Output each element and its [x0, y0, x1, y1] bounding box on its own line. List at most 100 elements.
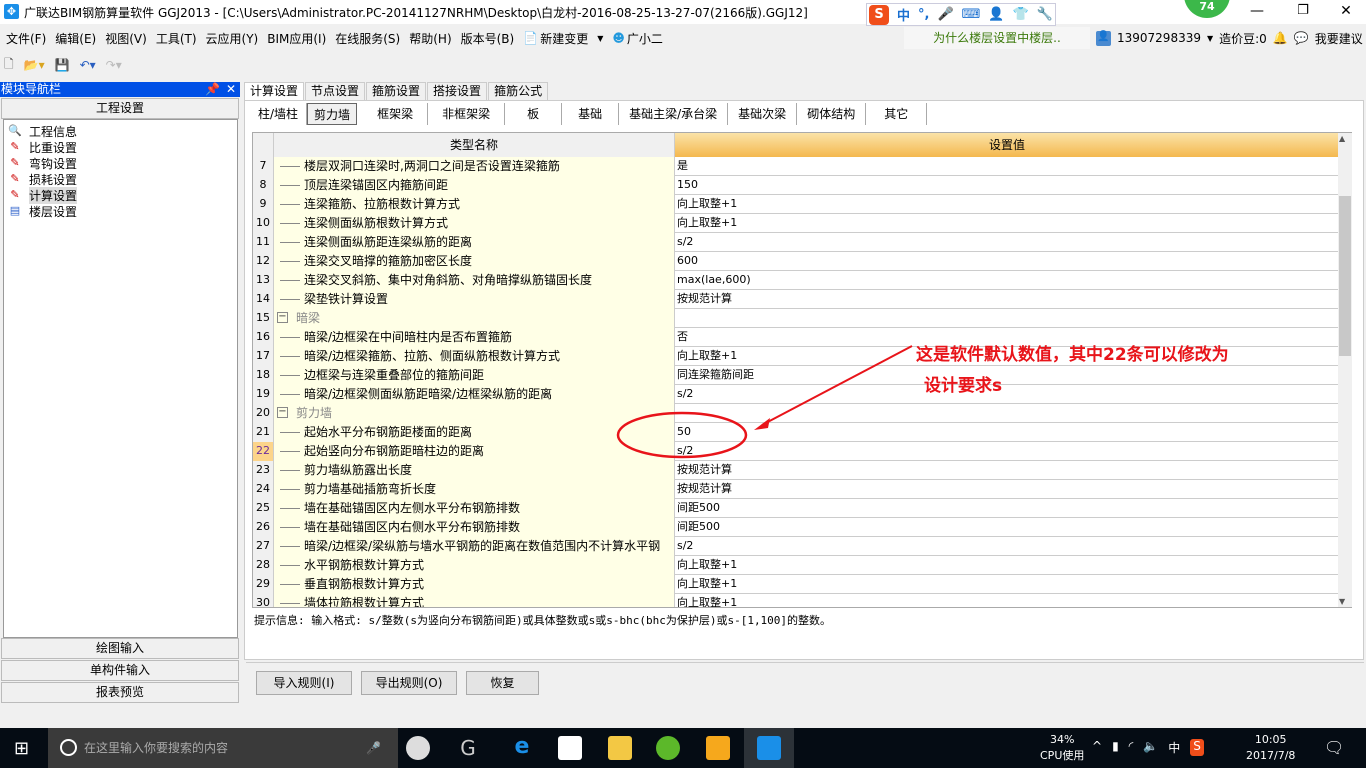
- tab-stirrup-formula[interactable]: 箍筋公式: [488, 82, 549, 100]
- ime-mode[interactable]: 中: [897, 5, 910, 24]
- file-explorer-icon[interactable]: [608, 736, 632, 760]
- nav-report-preview[interactable]: 报表预览: [1, 682, 239, 703]
- row-number[interactable]: 9: [253, 195, 274, 214]
- column-header-name[interactable]: 类型名称: [274, 133, 675, 157]
- scrollbar-thumb[interactable]: [1339, 196, 1351, 356]
- row-number[interactable]: 8: [253, 176, 274, 195]
- row-number[interactable]: 15: [253, 309, 274, 328]
- cpu-usage[interactable]: 34% CPU使用: [1040, 732, 1084, 764]
- subtab-shear-wall[interactable]: 剪力墙: [307, 103, 358, 125]
- setting-value[interactable]: [675, 404, 1339, 423]
- nav-item-loss[interactable]: ✎ 损耗设置: [4, 171, 237, 187]
- windows-start-icon[interactable]: ⊞: [14, 738, 29, 759]
- row-number[interactable]: 11: [253, 233, 274, 252]
- row-number[interactable]: 19: [253, 385, 274, 404]
- section-engineering-settings[interactable]: 工程设置: [1, 98, 239, 119]
- scroll-up-icon[interactable]: ▲: [1339, 134, 1345, 143]
- subtab-non-frame-beam[interactable]: 非框架梁: [428, 103, 506, 125]
- tab-calculation[interactable]: 计算设置: [244, 82, 305, 101]
- setting-value[interactable]: max(lae,600): [675, 271, 1339, 290]
- scroll-down-icon[interactable]: ▼: [1339, 597, 1345, 606]
- table-row[interactable]: 23 剪力墙纵筋露出长度 按规范计算: [253, 461, 1339, 480]
- setting-value[interactable]: 间距500: [675, 499, 1339, 518]
- table-row[interactable]: 8 顶层连梁锚固区内箍筋间距 150: [253, 176, 1339, 195]
- group-row[interactable]: 15− 暗梁: [253, 309, 1339, 328]
- clock[interactable]: 10:05 2017/7/8: [1246, 732, 1295, 764]
- nav-item-project-info[interactable]: 🔍 工程信息: [4, 123, 237, 139]
- setting-value[interactable]: 按规范计算: [675, 290, 1339, 309]
- setting-value[interactable]: 向上取整+1: [675, 556, 1339, 575]
- close-button[interactable]: ✕: [1326, 0, 1366, 24]
- tab-lap[interactable]: 搭接设置: [427, 82, 488, 100]
- setting-value[interactable]: s/2: [675, 442, 1339, 461]
- skin-icon[interactable]: 👕: [1013, 7, 1029, 22]
- row-number[interactable]: 13: [253, 271, 274, 290]
- save-icon[interactable]: 💾: [55, 58, 70, 72]
- subtab-foundation-main-beam[interactable]: 基础主梁/承台梁: [619, 103, 729, 125]
- volume-icon[interactable]: 🔈: [1143, 739, 1158, 756]
- menu-edit[interactable]: 编辑(E): [55, 30, 96, 47]
- table-row[interactable]: 25 墙在基础锚固区内左侧水平分布钢筋排数 间距500: [253, 499, 1339, 518]
- setting-value[interactable]: 600: [675, 252, 1339, 271]
- table-row[interactable]: 28 水平钢筋根数计算方式 向上取整+1: [253, 556, 1339, 575]
- wifi-icon[interactable]: ◜: [1129, 739, 1134, 756]
- tab-stirrup[interactable]: 箍筋设置: [366, 82, 427, 100]
- wrench-icon[interactable]: 🔧: [1037, 7, 1053, 22]
- nav-single-component-input[interactable]: 单构件输入: [1, 660, 239, 681]
- row-number[interactable]: 21: [253, 423, 274, 442]
- table-row[interactable]: 21 起始水平分布钢筋距楼面的距离 50: [253, 423, 1339, 442]
- browser-360-icon[interactable]: [656, 736, 680, 760]
- table-row[interactable]: 30 墙体拉筋根数计算方式 向上取整+1: [253, 594, 1339, 607]
- row-number[interactable]: 30: [253, 594, 274, 607]
- setting-value[interactable]: s/2: [675, 537, 1339, 556]
- menu-cloud[interactable]: 云应用(Y): [206, 30, 259, 47]
- fan-app-icon[interactable]: [406, 736, 430, 760]
- table-row[interactable]: 24 剪力墙基础插筋弯折长度 按规范计算: [253, 480, 1339, 499]
- ggj-taskbar-button[interactable]: [744, 728, 794, 768]
- restore-button[interactable]: ❐: [1280, 0, 1326, 24]
- setting-value[interactable]: 向上取整+1: [675, 594, 1339, 607]
- notification-icon[interactable]: 🗨: [1324, 738, 1344, 757]
- group-row[interactable]: 20− 剪力墙: [253, 404, 1339, 423]
- table-row[interactable]: 10 连梁侧面纵筋根数计算方式 向上取整+1: [253, 214, 1339, 233]
- row-number[interactable]: 29: [253, 575, 274, 594]
- qa-link[interactable]: 为什么楼层设置中楼层..: [904, 27, 1090, 49]
- undo-icon[interactable]: ↶▾: [80, 58, 96, 72]
- user-phone[interactable]: 13907298339: [1117, 31, 1201, 45]
- import-rules-button[interactable]: 导入规则(I): [256, 671, 352, 695]
- restore-defaults-button[interactable]: 恢复: [466, 671, 539, 695]
- nav-item-calculation[interactable]: ✎ 计算设置: [4, 186, 237, 204]
- row-number[interactable]: 20: [253, 404, 274, 423]
- nav-item-hook[interactable]: ✎ 弯钩设置: [4, 155, 237, 171]
- user-icon[interactable]: 👤: [988, 7, 1004, 22]
- ime-indicator[interactable]: 中: [1168, 739, 1180, 756]
- export-rules-button[interactable]: 导出规则(O): [361, 671, 457, 695]
- row-number[interactable]: 16: [253, 328, 274, 347]
- tab-node[interactable]: 节点设置: [305, 82, 366, 100]
- menu-guangxiaoer[interactable]: 广小二: [627, 30, 663, 47]
- notes-app-icon[interactable]: [706, 736, 730, 760]
- row-number[interactable]: 25: [253, 499, 274, 518]
- chevron-down-icon[interactable]: ▼: [1207, 34, 1213, 43]
- nav-drawing-input[interactable]: 绘图输入: [1, 638, 239, 659]
- nav-item-floor[interactable]: ▤ 楼层设置: [4, 203, 237, 219]
- subtab-column[interactable]: 柱/墙柱: [250, 103, 308, 125]
- setting-value[interactable]: 按规范计算: [675, 480, 1339, 499]
- table-row[interactable]: 26 墙在基础锚固区内右侧水平分布钢筋排数 间距500: [253, 518, 1339, 537]
- menu-help[interactable]: 帮助(H): [409, 30, 451, 47]
- close-icon[interactable]: ✕: [226, 82, 236, 97]
- menu-new-change[interactable]: 新建变更: [540, 30, 588, 47]
- minimize-button[interactable]: —: [1234, 0, 1280, 24]
- row-number[interactable]: 23: [253, 461, 274, 480]
- subtab-foundation[interactable]: 基础: [562, 103, 620, 125]
- store-icon[interactable]: [558, 736, 582, 760]
- subtab-foundation-secondary-beam[interactable]: 基础次梁: [728, 103, 798, 125]
- ime-toolbar[interactable]: S 中 °, 🎤 ⌨ 👤 👕 🔧: [866, 3, 1056, 26]
- edge-icon[interactable]: e: [510, 736, 534, 760]
- punctuation-icon[interactable]: °,: [918, 7, 929, 22]
- setting-value[interactable]: 按规范计算: [675, 461, 1339, 480]
- bell-icon[interactable]: 🔔: [1273, 31, 1288, 45]
- table-row[interactable]: 14 梁垫铁计算设置 按规范计算: [253, 290, 1339, 309]
- open-folder-icon[interactable]: 📂▾: [24, 58, 45, 72]
- setting-value[interactable]: 150: [675, 176, 1339, 195]
